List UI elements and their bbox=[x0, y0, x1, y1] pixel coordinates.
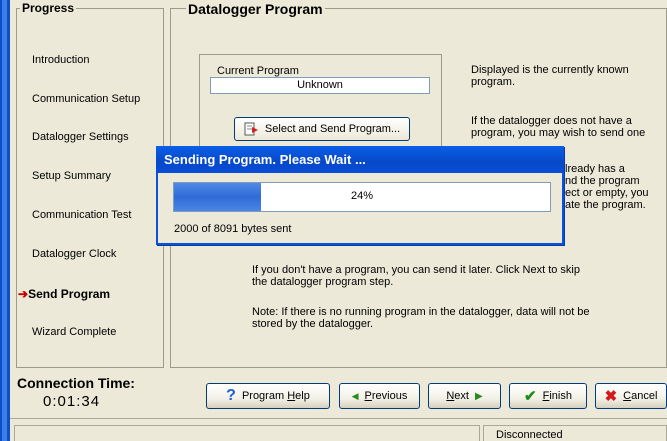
connection-status-panel: Disconnected bbox=[483, 425, 667, 441]
next-label: Next bbox=[446, 390, 469, 402]
info-partial-line-2: nd the program bbox=[565, 175, 640, 187]
datalogger-program-title: Datalogger Program bbox=[186, 1, 325, 17]
connection-time-label: Connection Time: bbox=[17, 375, 135, 391]
cancel-label: Cancel bbox=[623, 390, 658, 402]
connection-status-text: Disconnected bbox=[496, 429, 563, 441]
step-communication-test: Communication Test bbox=[32, 209, 132, 221]
info-no-program-text: If the datalogger does not have a progra… bbox=[471, 115, 646, 139]
previous-button[interactable]: ◀ Previous bbox=[339, 383, 420, 409]
previous-label: Previous bbox=[364, 390, 408, 402]
step-send-program-label: Send Program bbox=[28, 287, 111, 301]
current-program-value: Unknown bbox=[210, 77, 430, 94]
bytes-sent-text: 2000 of 8091 bytes sent bbox=[174, 223, 292, 235]
send-program-icon bbox=[244, 122, 258, 136]
help-icon: ? bbox=[226, 387, 236, 404]
select-and-send-program-label: Select and Send Program... bbox=[264, 123, 401, 135]
program-help-button[interactable]: ? Program Help bbox=[206, 383, 330, 409]
info-partial-line-3: ect or empty, you bbox=[565, 187, 649, 199]
step-introduction: Introduction bbox=[32, 54, 90, 66]
current-program-label: Current Program bbox=[217, 65, 299, 77]
step-wizard-complete: Wizard Complete bbox=[32, 326, 117, 338]
current-step-arrow-icon: ➔ bbox=[18, 287, 29, 301]
step-datalogger-settings: Datalogger Settings bbox=[32, 131, 129, 143]
info-current-program-text: Displayed is the currently known program… bbox=[471, 64, 629, 88]
connection-time-value: 0:01:34 bbox=[43, 393, 101, 410]
status-panel-main bbox=[14, 425, 480, 441]
progress-group-title: Progress bbox=[20, 1, 77, 15]
info-partial-line-4: ate the program. bbox=[565, 199, 646, 211]
step-communication-setup: Communication Setup bbox=[32, 93, 141, 105]
send-later-text: If you don't have a program, you can sen… bbox=[252, 264, 580, 288]
step-send-program: ➔Send Program bbox=[18, 287, 110, 301]
next-button[interactable]: Next ▶ bbox=[428, 383, 501, 409]
cancel-button[interactable]: ✖ Cancel bbox=[595, 383, 667, 409]
send-progress-percent: 24% bbox=[350, 190, 374, 202]
cancel-x-icon: ✖ bbox=[604, 388, 618, 405]
finish-label: Finish bbox=[542, 390, 572, 402]
info-partial-line-1: lready has a bbox=[565, 163, 625, 175]
dialog-title-bar: Sending Program. Please Wait ... bbox=[156, 146, 564, 173]
finish-button[interactable]: ✔ Finish bbox=[509, 383, 587, 409]
no-running-program-note: Note: If there is no running program in … bbox=[252, 306, 590, 330]
window-left-border-highlight bbox=[2, 0, 7, 441]
step-datalogger-clock: Datalogger Clock bbox=[32, 248, 117, 260]
select-and-send-program-button[interactable]: Select and Send Program... bbox=[234, 117, 410, 141]
checkmark-icon: ✔ bbox=[524, 388, 537, 405]
status-bar-divider bbox=[10, 418, 667, 419]
chevron-right-icon: ▶ bbox=[474, 390, 483, 402]
program-help-label: Program Help bbox=[241, 390, 310, 402]
step-setup-summary: Setup Summary bbox=[32, 170, 111, 182]
chevron-left-icon: ◀ bbox=[351, 390, 359, 401]
